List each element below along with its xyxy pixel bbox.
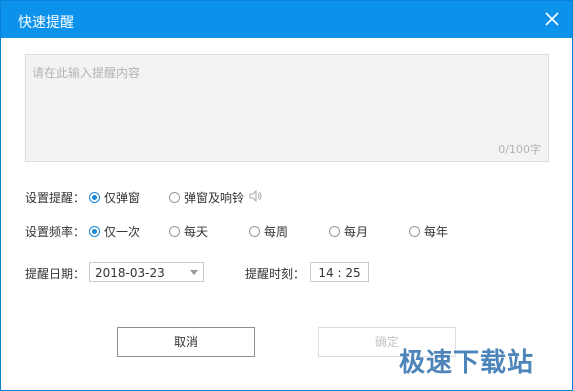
radio-dot	[169, 192, 180, 203]
radio-dot	[409, 226, 420, 237]
radio-label: 仅一次	[104, 225, 141, 239]
radio-yearly[interactable]: 每年	[409, 223, 448, 240]
radio-weekly[interactable]: 每周	[249, 223, 288, 240]
radio-label: 每周	[264, 225, 289, 239]
radio-label: 仅弹窗	[104, 191, 141, 205]
title-bar[interactable]: 快速提醒	[1, 1, 572, 38]
time-label: 提醒时刻：	[245, 267, 306, 281]
date-value: 2018-03-23	[95, 266, 165, 280]
radio-dot	[169, 226, 180, 237]
close-button[interactable]	[542, 9, 562, 29]
character-counter: 0/100字	[498, 143, 541, 156]
radio-popup-and-ring[interactable]: 弹窗及响铃	[169, 189, 263, 206]
date-label: 提醒日期：	[25, 267, 86, 281]
radio-label: 每月	[344, 225, 369, 239]
radio-dot	[89, 192, 100, 203]
speaker-icon[interactable]	[249, 189, 263, 205]
radio-daily[interactable]: 每天	[169, 223, 208, 240]
date-picker[interactable]: 2018-03-23	[89, 262, 204, 282]
radio-monthly[interactable]: 每月	[329, 223, 368, 240]
radio-dot	[249, 226, 260, 237]
watermark-text: 极速下载站	[399, 348, 535, 378]
radio-once[interactable]: 仅一次	[89, 223, 140, 240]
radio-popup-only[interactable]: 仅弹窗	[89, 189, 140, 206]
radio-dot	[329, 226, 340, 237]
close-icon	[545, 12, 559, 26]
radio-label: 弹窗及响铃	[184, 191, 245, 205]
quick-reminder-dialog: 快速提醒 请在此输入提醒内容 0/100字 设置提醒： 仅弹窗 弹窗及响铃 设置…	[0, 0, 573, 391]
time-input[interactable]: 14 : 25	[310, 262, 369, 282]
time-value: 14 : 25	[318, 266, 361, 280]
reminder-content-input[interactable]: 请在此输入提醒内容 0/100字	[25, 54, 549, 162]
radio-dot	[89, 226, 100, 237]
frequency-label: 设置频率：	[25, 225, 86, 239]
radio-label: 每天	[184, 225, 209, 239]
dialog-title: 快速提醒	[18, 15, 74, 31]
chevron-down-icon	[190, 270, 198, 275]
radio-label: 每年	[424, 225, 449, 239]
content-placeholder: 请在此输入提醒内容	[32, 66, 141, 80]
cancel-button[interactable]: 取消	[117, 327, 255, 357]
reminder-type-label: 设置提醒：	[25, 191, 86, 205]
